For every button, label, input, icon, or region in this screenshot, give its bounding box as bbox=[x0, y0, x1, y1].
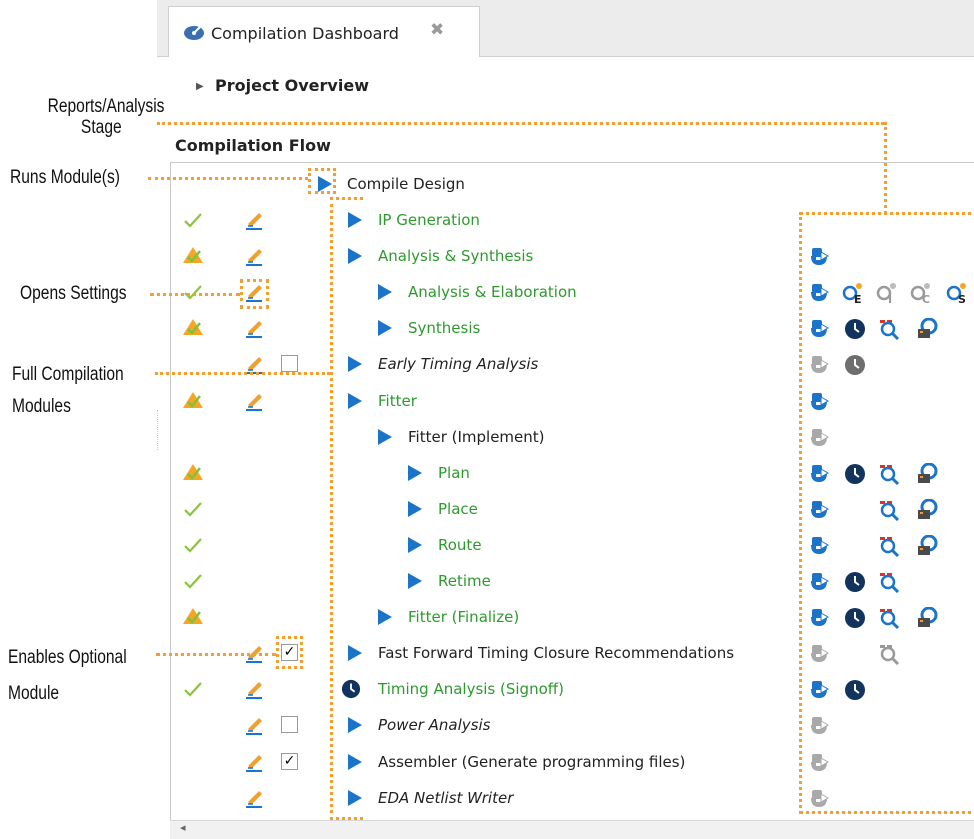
edit-settings-icon[interactable] bbox=[244, 678, 266, 700]
callout-line bbox=[148, 177, 308, 180]
completed-check-icon bbox=[184, 213, 202, 228]
row-label[interactable]: EDA Netlist Writer bbox=[378, 789, 513, 807]
optional-module-checkbox[interactable] bbox=[281, 716, 298, 734]
callout-line bbox=[884, 122, 887, 214]
reports-column-highlight bbox=[799, 212, 974, 814]
tab-title: Compilation Dashboard bbox=[211, 24, 399, 43]
settings-icon-highlight bbox=[240, 279, 269, 309]
close-icon[interactable]: ✖ bbox=[430, 20, 444, 40]
completed-check-icon bbox=[184, 682, 202, 697]
row-label[interactable]: IP Generation bbox=[378, 211, 480, 229]
optional-module-checkbox[interactable] bbox=[281, 355, 298, 373]
completed-check-icon bbox=[184, 502, 202, 517]
optional-module-checkbox[interactable]: ✓ bbox=[281, 752, 298, 770]
row-label[interactable]: Plan bbox=[438, 464, 470, 482]
completed-check-icon bbox=[184, 574, 202, 589]
completed-with-warnings-icon bbox=[183, 391, 203, 408]
play-icon[interactable] bbox=[408, 464, 422, 481]
callout-line bbox=[156, 653, 276, 656]
edit-settings-icon[interactable] bbox=[244, 245, 266, 267]
edit-settings-icon[interactable] bbox=[244, 209, 266, 231]
flow-row-compile-design: Compile Design bbox=[170, 167, 974, 203]
callout-runs-modules: Runs Module(s) bbox=[10, 167, 120, 188]
edit-settings-icon[interactable] bbox=[244, 787, 266, 809]
play-icon[interactable] bbox=[408, 500, 422, 517]
run-button-highlight bbox=[308, 168, 336, 194]
row-label[interactable]: Assembler (Generate programming files) bbox=[378, 753, 685, 771]
callout-opens-settings: Opens Settings bbox=[20, 283, 127, 304]
row-label[interactable]: Place bbox=[438, 500, 478, 518]
row-label[interactable]: Synthesis bbox=[408, 319, 480, 337]
row-label[interactable]: Analysis & Elaboration bbox=[408, 283, 577, 301]
completed-with-warnings-icon bbox=[183, 319, 203, 336]
dashboard-icon bbox=[184, 26, 204, 40]
play-icon[interactable] bbox=[408, 536, 422, 553]
edit-settings-icon[interactable] bbox=[244, 317, 266, 339]
expand-triangle-icon[interactable]: ▶ bbox=[196, 81, 204, 92]
play-icon[interactable] bbox=[378, 320, 392, 337]
play-icon[interactable] bbox=[378, 284, 392, 301]
row-label[interactable]: Early Timing Analysis bbox=[378, 355, 538, 373]
row-label[interactable]: Fitter (Implement) bbox=[408, 428, 545, 446]
scroll-left-icon[interactable]: ◂ bbox=[180, 821, 186, 834]
row-label[interactable]: Analysis & Synthesis bbox=[378, 247, 533, 265]
edit-settings-icon[interactable] bbox=[244, 390, 266, 412]
panel-splitter[interactable] bbox=[157, 410, 159, 450]
callout-reports-analysis-stage: Reports/Analysis Stage bbox=[47, 96, 165, 138]
row-label[interactable]: Fast Forward Timing Closure Recommendati… bbox=[378, 644, 734, 662]
callout-full-compilation-modules: Full Compilation Modules bbox=[12, 364, 124, 417]
full-compilation-bracket bbox=[330, 197, 363, 820]
play-icon[interactable] bbox=[408, 573, 422, 589]
play-icon[interactable] bbox=[378, 428, 392, 445]
completed-with-warnings-icon bbox=[183, 247, 203, 264]
project-overview-header[interactable]: Project Overview bbox=[215, 76, 369, 95]
completed-with-warnings-icon bbox=[183, 463, 203, 480]
row-label[interactable]: Timing Analysis (Signoff) bbox=[378, 680, 564, 698]
callout-line bbox=[155, 372, 330, 375]
completed-with-warnings-icon bbox=[183, 608, 203, 625]
play-icon[interactable] bbox=[378, 609, 392, 626]
row-label[interactable]: Route bbox=[438, 536, 482, 554]
checkbox-highlight bbox=[276, 636, 303, 669]
completed-check-icon bbox=[184, 538, 202, 553]
row-label[interactable]: Power Analysis bbox=[378, 716, 490, 734]
horizontal-scrollbar[interactable] bbox=[170, 820, 974, 839]
callout-line bbox=[157, 122, 884, 125]
row-label[interactable]: Fitter bbox=[378, 392, 417, 410]
compilation-flow-title: Compilation Flow bbox=[175, 136, 331, 155]
callout-enables-optional-module: Enables Optional Module bbox=[8, 647, 127, 704]
row-label[interactable]: Compile Design bbox=[347, 175, 465, 193]
edit-settings-icon[interactable] bbox=[244, 714, 266, 736]
callout-line bbox=[150, 293, 240, 296]
edit-settings-icon[interactable] bbox=[244, 751, 266, 773]
row-label[interactable]: Fitter (Finalize) bbox=[408, 608, 519, 626]
row-label[interactable]: Retime bbox=[438, 572, 491, 590]
